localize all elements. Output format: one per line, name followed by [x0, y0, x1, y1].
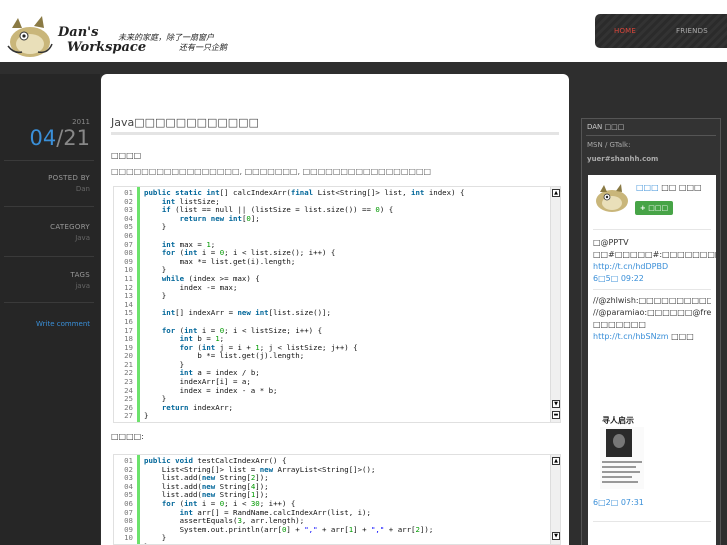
post-date: 04/21: [29, 126, 90, 150]
scroll-end-icon[interactable]: ▬: [552, 411, 560, 419]
msn-label: MSN / GTalk:: [587, 141, 631, 149]
profile-name-rest: □□ □□□: [658, 183, 702, 192]
missing-person-poster-image[interactable]: [600, 427, 644, 489]
category-label: CATEGORY: [50, 223, 90, 231]
code-line: }: [144, 291, 167, 301]
code-scrollbar[interactable]: ▲ ▼: [550, 455, 560, 544]
tweet-divider: [593, 229, 711, 230]
title-underline: [111, 132, 559, 135]
scroll-down-icon[interactable]: ▼: [552, 532, 560, 540]
tweet-item: □@PPTV □□#□□□□□#:□□□□□□□□□□□□□□□□□□□ htt…: [593, 237, 716, 285]
tagline-line2: 还有一只企鹅: [179, 43, 227, 52]
nav-home[interactable]: HOME: [614, 27, 636, 35]
code-lines: public static int[] calcIndexArr(final L…: [144, 188, 544, 421]
post-content: Java□□□□□□□□□□□□ □□□□ □□□□□□□□□□□□□□□□□,…: [101, 74, 569, 545]
scroll-up-icon[interactable]: ▲: [552, 189, 560, 197]
tweet-time[interactable]: 6□5□ 09:22: [593, 274, 644, 283]
write-comment-link[interactable]: Write comment: [36, 320, 90, 328]
tweet-time: □□□: [668, 332, 694, 341]
site-header: Dan's Workspace 未来的家庭，除了一扇窗户 还有一只企鹅 HOME…: [0, 0, 727, 62]
category-value[interactable]: Java: [75, 234, 90, 242]
follow-button[interactable]: + □□□: [635, 201, 673, 215]
tweet-item: //@zhlwish:□□□□□□□□□□□□□□□□□□□ //@parami…: [593, 295, 711, 409]
tags-value[interactable]: java: [75, 282, 90, 290]
contact-email: yuer#shanhh.com: [587, 155, 659, 163]
line-numbers: 0102030405060708091011: [114, 455, 140, 544]
post-paragraph: □□□□□□□□□□□□□□□□□, □□□□□□□, □□□□□□□□□□□□…: [111, 167, 432, 176]
line-numbers: 01 02 03 04 05 06 07 08 09 10 11 12 13 14 15 16 17 18 19 20…: [114, 187, 140, 422]
code-line: return new int[0];: [179, 213, 260, 223]
code-block-1: 01 02 03 04 05 06 07 08 09 10 11 12 13 14 15 16 17 18 19 20…: [113, 186, 561, 423]
tweet-divider: [593, 521, 711, 522]
code-lines: public void testCalcIndexArr() { List<St…: [144, 456, 544, 544]
nav-friends[interactable]: FRIENDS: [676, 27, 708, 35]
post-title[interactable]: Java□□□□□□□□□□□□: [111, 116, 259, 129]
code-block-2: 0102030405060708091011 public void testC…: [113, 454, 561, 545]
penguin-logo-icon[interactable]: [4, 14, 56, 60]
brand-name[interactable]: Dan's: [58, 25, 98, 40]
posted-by-value: Dan: [75, 185, 90, 193]
code-line: return indexArr;: [161, 402, 234, 412]
profile-name-link[interactable]: □□□: [636, 183, 659, 192]
scroll-down-icon[interactable]: ▼: [552, 400, 560, 408]
post-month: 04: [29, 126, 57, 150]
tweet-text: □@PPTV □□#□□□□□#:□□□□□□□□□□□□□□□□□□□: [593, 238, 716, 259]
post-subheading-2: □□□□:: [111, 432, 144, 441]
sidebar-divider: [586, 135, 716, 136]
right-sidebar: DAN □□□ MSN / GTalk: yuer#shanhh.com □□□…: [581, 118, 721, 545]
sidebar-heading: DAN □□□: [587, 123, 625, 131]
tweet-link[interactable]: http://t.cn/hdDPBD: [593, 262, 668, 271]
meta-divider: [4, 302, 94, 303]
tweet-link[interactable]: http://t.cn/hbSNzm: [593, 332, 669, 341]
code-line: }: [144, 411, 149, 421]
code-scrollbar[interactable]: ▲ ▼ ▬: [550, 187, 560, 422]
code-line: b *= list.get(j).length;: [144, 351, 305, 361]
top-nav: HOME FRIENDS: [595, 14, 727, 48]
code-line: max *= list.get(i).length;: [144, 256, 296, 266]
line-number: 27: [124, 411, 133, 421]
code-line: }: [144, 222, 167, 232]
avatar[interactable]: [594, 183, 630, 213]
meta-divider: [4, 206, 94, 207]
poster-title: 寻人启示: [602, 416, 634, 425]
code-line: index = index - a * b;: [144, 385, 278, 395]
code-line: }: [144, 533, 167, 543]
code-line: index -= max;: [144, 282, 238, 292]
tweet-text: //@zhlwish:□□□□□□□□□□□□□□□□□□□ //@parami…: [593, 296, 711, 329]
weibo-widget: □□□ □□ □□□ + □□□ □@PPTV □□#□□□□□#:□□□□□□…: [588, 175, 716, 545]
tweet-time[interactable]: 6□2□ 07:31: [593, 498, 644, 507]
code-line: System.out.println(arr[0] + "," + arr[1]…: [144, 524, 434, 534]
tweet-divider: [593, 289, 711, 290]
post-day: 21: [63, 126, 90, 150]
tweet-time-row: 6□2□ 07:31: [593, 497, 711, 509]
tags-label: TAGS: [70, 271, 90, 279]
code-line: int[] indexArr = new int[list.size()];: [161, 308, 331, 318]
scroll-up-icon[interactable]: ▲: [552, 457, 560, 465]
post-subheading: □□□□: [111, 151, 142, 160]
profile-name: □□□ □□ □□□: [636, 183, 702, 192]
post-year: 2011: [72, 118, 90, 126]
meta-divider: [4, 160, 94, 161]
meta-divider: [4, 256, 94, 257]
posted-by-label: POSTED BY: [48, 174, 90, 182]
